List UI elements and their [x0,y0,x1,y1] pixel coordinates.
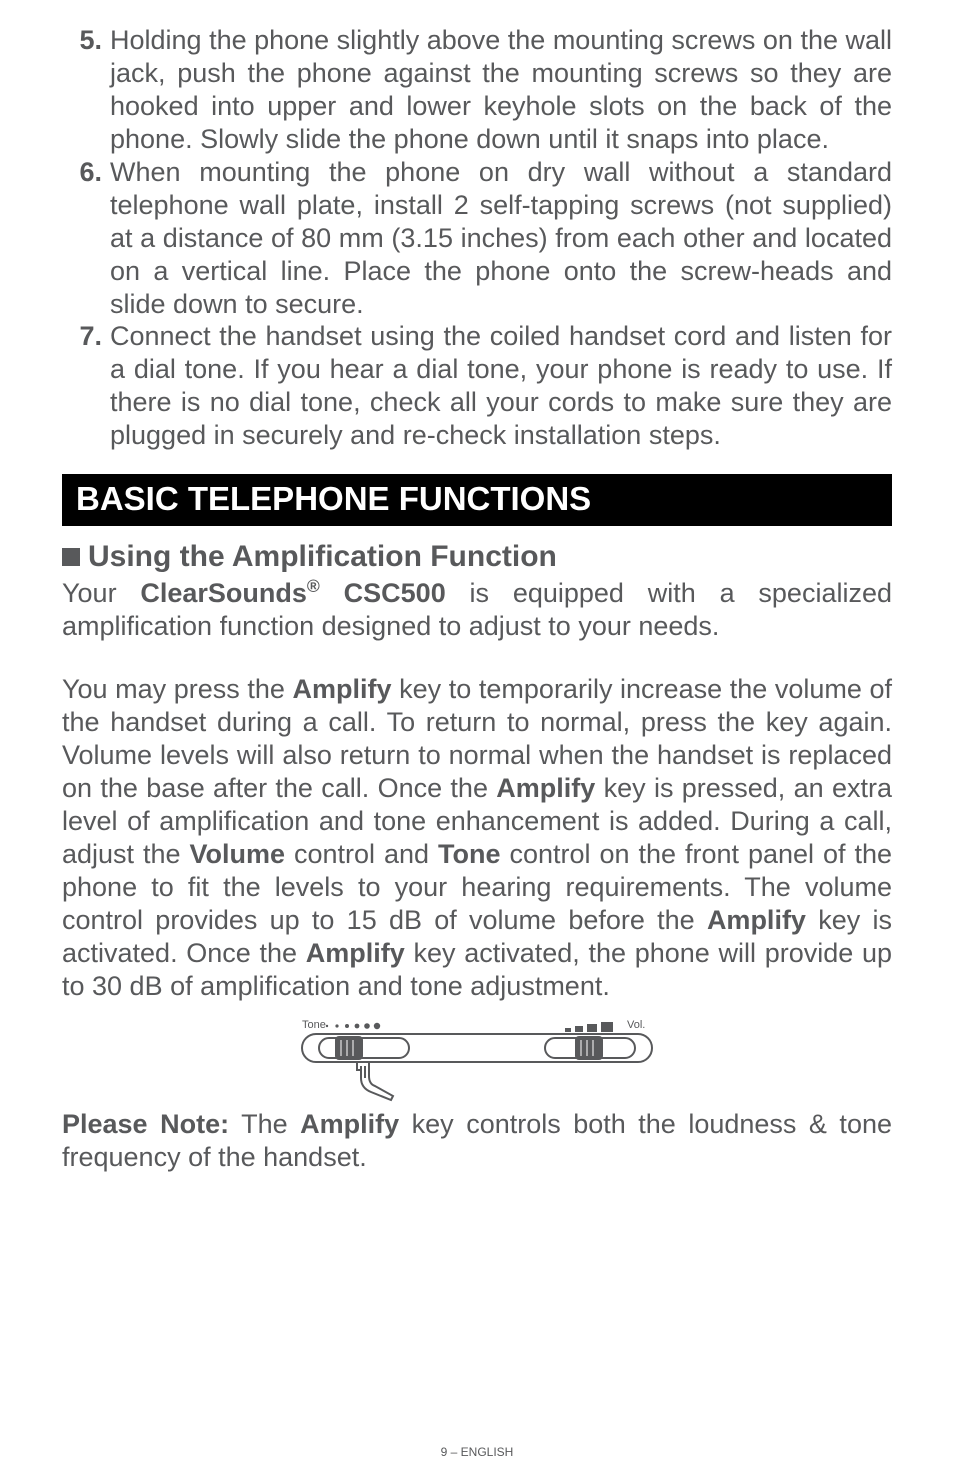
text: The [229,1109,300,1139]
amplify-key-label: Amplify [300,1109,399,1139]
step-number: 6. [62,156,110,189]
step-text: Connect the handset using the coiled han… [110,320,892,452]
amplify-key-label: Amplify [496,773,595,803]
step-number: 7. [62,320,110,353]
step-text: Holding the phone slightly above the mou… [110,24,892,156]
subsection-title: Using the Amplification Function [88,540,557,574]
text: You may press the [62,674,293,704]
amplify-paragraph: You may press the Amplify key to tempora… [62,673,892,1002]
please-note-label: Please Note: [62,1109,229,1139]
text: control and [285,839,438,869]
amplify-key-label: Amplify [707,905,806,935]
bullet-square-icon [62,548,80,566]
step-number: 5. [62,24,110,57]
vol-label: Vol. [627,1019,645,1031]
step-7: 7. Connect the handset using the coiled … [62,320,892,452]
section-heading: BASIC TELEPHONE FUNCTIONS [62,474,892,526]
tone-label: Tone [302,1019,326,1031]
amplify-key-label: Amplify [293,674,392,704]
tone-volume-figure: Tone Vol. [62,1014,892,1104]
step-6: 6. When mounting the phone on dry wall w… [62,156,892,321]
text: Your [62,578,140,608]
subsection-heading: Using the Amplification Function [62,540,892,574]
volume-control-label: Volume [190,839,286,869]
step-text: When mounting the phone on dry wall with… [110,156,892,321]
registered-mark: ® [307,576,320,596]
model-name: CSC500 [320,578,446,608]
tone-control-label: Tone [438,839,501,869]
slider-diagram-icon: Tone Vol. [297,1014,657,1104]
page-footer: 9 – ENGLISH [0,1445,954,1459]
amplify-key-label: Amplify [306,938,405,968]
intro-paragraph: Your ClearSounds® CSC500 is equipped wit… [62,576,892,643]
installation-steps: 5. Holding the phone slightly above the … [62,24,892,452]
please-note-paragraph: Please Note: The Amplify key controls bo… [62,1108,892,1174]
brand-name: ClearSounds [140,578,307,608]
step-5: 5. Holding the phone slightly above the … [62,24,892,156]
